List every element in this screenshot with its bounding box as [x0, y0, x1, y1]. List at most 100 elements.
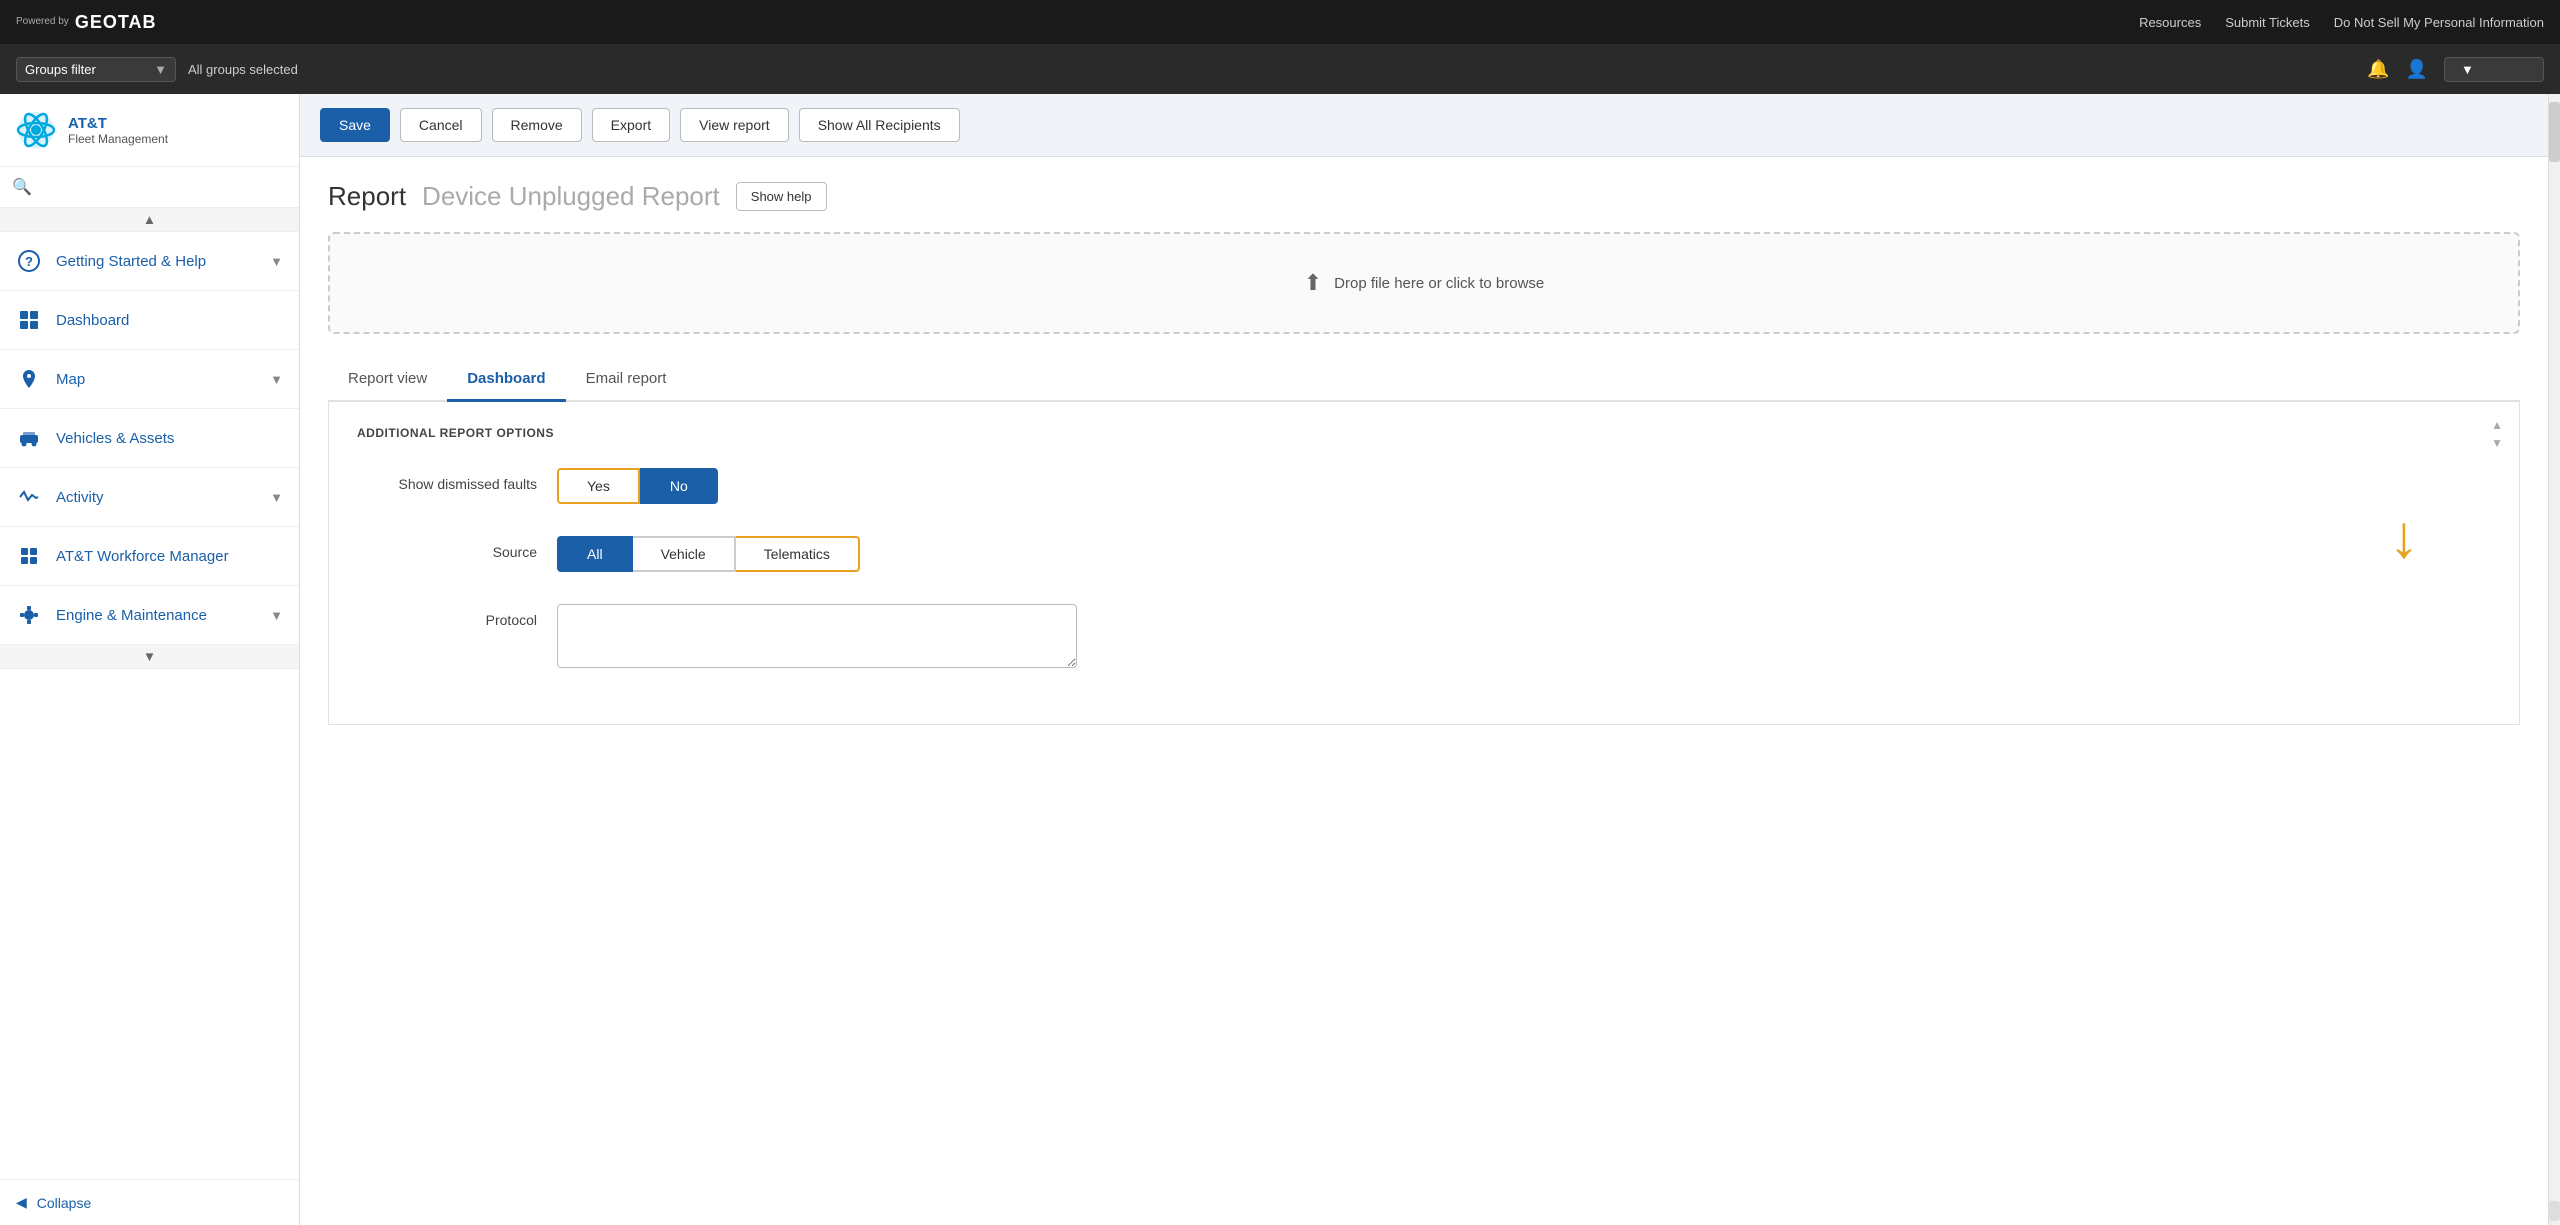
right-scrollbar [2548, 94, 2560, 1225]
collapse-label: Collapse [37, 1195, 91, 1211]
user-dropdown-chevron-icon: ▼ [2461, 62, 2474, 77]
help-icon: ? [16, 248, 42, 274]
do-not-sell-link[interactable]: Do Not Sell My Personal Information [2334, 15, 2544, 30]
svg-text:?: ? [25, 254, 33, 269]
sidebar-item-map[interactable]: Map ▼ [0, 350, 299, 409]
scroll-down-indicator-icon[interactable]: ▼ [2491, 436, 2503, 450]
groups-bar: Groups filter ▼ All groups selected 🔔 👤 … [0, 44, 2560, 94]
sidebar-item-dashboard[interactable]: Dashboard [0, 291, 299, 350]
options-title: ADDITIONAL REPORT OPTIONS [357, 426, 2491, 440]
user-dropdown[interactable]: ▼ [2444, 57, 2544, 82]
content-area: Save Cancel Remove Export View report Sh… [300, 94, 2548, 1225]
powered-by-text: Powered by [16, 16, 69, 28]
no-button[interactable]: No [640, 468, 718, 504]
sidebar-item-engine[interactable]: Engine & Maintenance ▼ [0, 586, 299, 645]
sidebar-collapse-button[interactable]: ◀ Collapse [0, 1179, 299, 1225]
scroll-up-indicator-icon[interactable]: ▲ [2491, 418, 2503, 432]
sidebar-item-map-label: Map [56, 371, 85, 388]
show-help-button[interactable]: Show help [736, 182, 827, 211]
show-dismissed-faults-row: Show dismissed faults Yes No [357, 468, 2491, 504]
scroll-indicator: ▲ ▼ [2491, 418, 2503, 450]
source-label: Source [357, 536, 537, 560]
vehicle-button[interactable]: Vehicle [633, 536, 736, 572]
workforce-icon [16, 543, 42, 569]
sidebar-item-engine-label: Engine & Maintenance [56, 607, 207, 624]
sidebar-item-activity-label: Activity [56, 489, 104, 506]
sidebar-item-getting-started[interactable]: ? Getting Started & Help ▼ [0, 232, 299, 291]
tab-dashboard[interactable]: Dashboard [447, 358, 565, 402]
vehicles-icon [16, 425, 42, 451]
sidebar-item-engine-chevron-icon: ▼ [270, 608, 283, 623]
export-button[interactable]: Export [592, 108, 670, 142]
sidebar-search-row[interactable]: 🔍 [0, 167, 299, 208]
sidebar-item-map-chevron-icon: ▼ [270, 372, 283, 387]
toolbar: Save Cancel Remove Export View report Sh… [300, 94, 2548, 157]
telematics-button[interactable]: Telematics [736, 536, 860, 572]
notifications-icon[interactable]: 🔔 [2367, 59, 2389, 80]
collapse-icon: ◀ [16, 1194, 27, 1211]
protocol-textarea[interactable] [557, 604, 1077, 668]
cancel-button[interactable]: Cancel [400, 108, 482, 142]
report-section: Report Device Unplugged Report Show help… [300, 157, 2548, 1225]
all-button[interactable]: All [557, 536, 633, 572]
sidebar-brand-sub: Fleet Management [68, 132, 168, 146]
sidebar-item-activity-chevron-icon: ▼ [270, 490, 283, 505]
sidebar-item-dashboard-label: Dashboard [56, 312, 129, 329]
show-dismissed-faults-label: Show dismissed faults [357, 468, 537, 492]
sidebar-scroll-up-button[interactable]: ▲ [0, 208, 299, 232]
report-label: Report [328, 181, 406, 212]
source-row: Source All Vehicle Telematics [357, 536, 2491, 572]
tab-report-view[interactable]: Report view [328, 358, 447, 402]
dashboard-icon [16, 307, 42, 333]
drop-zone-text: Drop file here or click to browse [1334, 275, 1544, 292]
main-layout: AT&T Fleet Management 🔍 ▲ ? Getting Star… [0, 94, 2560, 1225]
sidebar-item-vehicles-label: Vehicles & Assets [56, 430, 174, 447]
logo: Powered by GEOTAB [16, 12, 156, 33]
yes-button[interactable]: Yes [557, 468, 640, 504]
activity-icon [16, 484, 42, 510]
sidebar-item-workforce-label: AT&T Workforce Manager [56, 548, 229, 565]
report-name: Device Unplugged Report [422, 181, 720, 212]
search-icon: 🔍 [12, 179, 32, 196]
sidebar-scroll-down-button[interactable]: ▼ [0, 645, 299, 669]
sidebar-item-vehicles[interactable]: Vehicles & Assets [0, 409, 299, 468]
groups-filter-label: Groups filter [25, 62, 96, 77]
engine-icon [16, 602, 42, 628]
sidebar-item-getting-started-label: Getting Started & Help [56, 253, 206, 270]
dismissed-faults-toggle: Yes No [557, 468, 718, 504]
sidebar-item-activity[interactable]: Activity ▼ [0, 468, 299, 527]
tabs-row: Report view Dashboard Email report [328, 358, 2520, 402]
sidebar-item-workforce[interactable]: AT&T Workforce Manager [0, 527, 299, 586]
report-title-row: Report Device Unplugged Report Show help [328, 181, 2520, 212]
view-report-button[interactable]: View report [680, 108, 789, 142]
sidebar: AT&T Fleet Management 🔍 ▲ ? Getting Star… [0, 94, 300, 1225]
source-toggle: All Vehicle Telematics [557, 536, 860, 572]
tab-email-report[interactable]: Email report [566, 358, 687, 402]
remove-button[interactable]: Remove [492, 108, 582, 142]
groups-bar-right: 🔔 👤 ▼ [2367, 57, 2544, 82]
sidebar-header: AT&T Fleet Management [0, 94, 299, 167]
scrollbar-bottom [2549, 1201, 2560, 1221]
upload-icon: ⬆ [1304, 270, 1322, 296]
submit-tickets-link[interactable]: Submit Tickets [2225, 15, 2310, 30]
groups-selected-text: All groups selected [188, 62, 298, 77]
drop-zone[interactable]: ⬆ Drop file here or click to browse [328, 232, 2520, 334]
groups-filter-dropdown[interactable]: Groups filter ▼ [16, 57, 176, 82]
protocol-row: Protocol [357, 604, 2491, 668]
geotab-brand: GEOTAB [75, 12, 157, 33]
save-button[interactable]: Save [320, 108, 390, 142]
protocol-label: Protocol [357, 604, 537, 628]
scrollbar-thumb[interactable] [2549, 102, 2560, 162]
user-icon[interactable]: 👤 [2406, 59, 2428, 80]
sidebar-brand: AT&T Fleet Management [68, 115, 168, 146]
top-nav-links: Resources Submit Tickets Do Not Sell My … [2139, 15, 2544, 30]
top-nav: Powered by GEOTAB Resources Submit Ticke… [0, 0, 2560, 44]
options-panel: ↓ ▲ ▼ ADDITIONAL REPORT OPTIONS Show dis… [328, 402, 2520, 725]
att-logo-icon [16, 110, 56, 150]
show-all-recipients-button[interactable]: Show All Recipients [799, 108, 960, 142]
sidebar-item-getting-started-chevron-icon: ▼ [270, 254, 283, 269]
map-icon [16, 366, 42, 392]
resources-link[interactable]: Resources [2139, 15, 2201, 30]
groups-filter-chevron-icon: ▼ [154, 62, 167, 77]
sidebar-brand-name: AT&T [68, 115, 168, 132]
